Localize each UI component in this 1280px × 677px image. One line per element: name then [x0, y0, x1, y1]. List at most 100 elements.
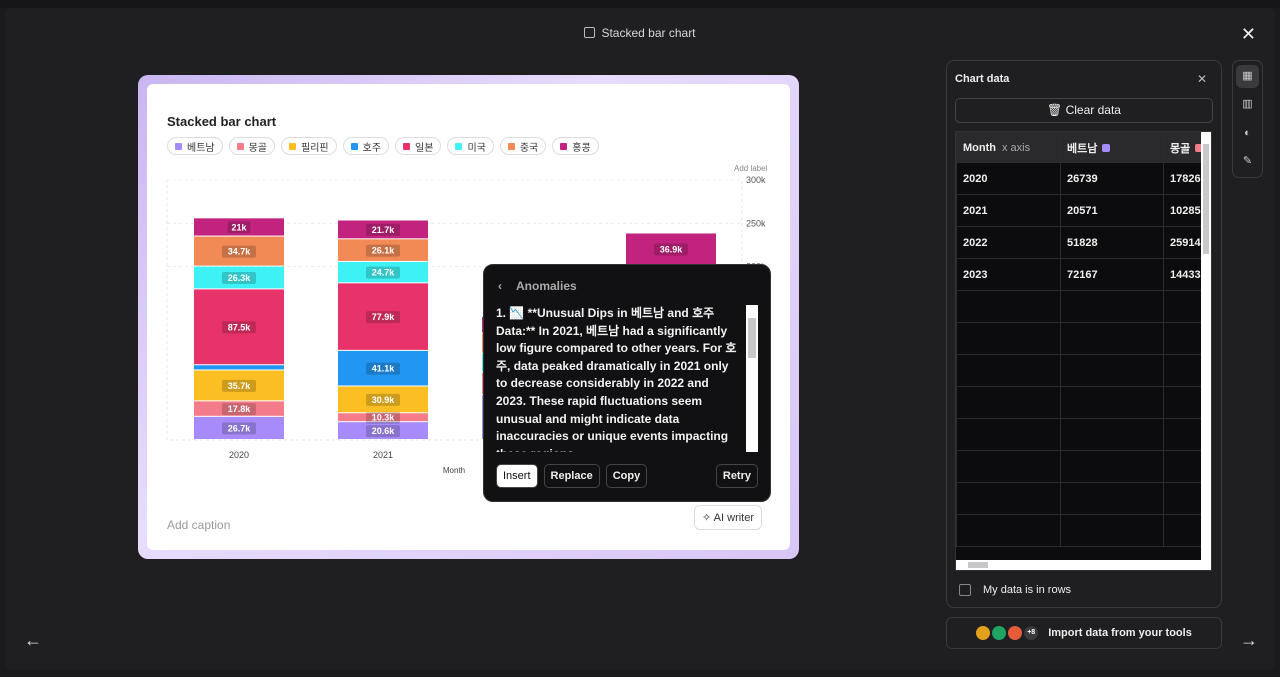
- data-label: 41.1k: [372, 364, 396, 374]
- replace-button[interactable]: Replace: [543, 464, 600, 488]
- table-cell[interactable]: [1060, 386, 1164, 419]
- side-toolbar: ▦ ▥ ◐ ✎: [1232, 60, 1263, 178]
- panel-title: Chart data: [955, 73, 1010, 85]
- data-label: 34.7k: [228, 247, 252, 257]
- popover-header: ‹ Anomalies: [498, 279, 577, 293]
- data-label: 26.3k: [228, 273, 252, 283]
- modal-title-text: Stacked bar chart: [601, 26, 696, 40]
- y-tick-label: 250k: [746, 218, 766, 228]
- background-topbar: [0, 0, 1280, 8]
- data-label: 24.7k: [372, 268, 396, 278]
- data-label: 35.7k: [228, 381, 252, 391]
- table-row: [956, 450, 1211, 483]
- data-label: 26.1k: [372, 246, 396, 256]
- table-cell[interactable]: 26739: [1060, 162, 1164, 195]
- data-label: 21k: [231, 222, 247, 232]
- table-row: [956, 322, 1211, 355]
- table-row: [956, 386, 1211, 419]
- chart-data-panel: Chart data ✕ 🗑 Clear data Month x axis 베트남…: [946, 60, 1222, 608]
- table-row: [956, 290, 1211, 323]
- rows-checkbox-row[interactable]: My data is in rows: [959, 584, 1071, 596]
- chevron-left-icon[interactable]: ‹: [498, 279, 502, 293]
- data-label: 10.3k: [372, 413, 396, 423]
- scrollbar-thumb[interactable]: [1203, 144, 1209, 254]
- clear-data-button[interactable]: 🗑 Clear data: [955, 98, 1213, 123]
- table-cell[interactable]: 20571: [1060, 194, 1164, 227]
- table-cell[interactable]: [956, 386, 1061, 419]
- table-cell[interactable]: [1060, 418, 1164, 451]
- hubspot-icon: [1008, 626, 1023, 640]
- rows-checkbox-label: My data is in rows: [983, 584, 1072, 596]
- column-header[interactable]: 베트남: [1060, 132, 1164, 163]
- table-cell[interactable]: 2020: [956, 162, 1061, 195]
- popover-title: Anomalies: [516, 279, 577, 293]
- scrollbar-thumb[interactable]: [748, 318, 756, 358]
- arrow-right-icon[interactable]: →: [1240, 630, 1258, 651]
- table-row: 2023 72167 14433: [956, 258, 1211, 291]
- popover-scrollbar[interactable]: [746, 305, 758, 452]
- data-table: Month x axis 베트남 몽골 2020 26739 17826 2021 20571 1…: [956, 132, 1211, 547]
- table-cell[interactable]: 51828: [1060, 226, 1164, 259]
- caption-input[interactable]: Add caption: [167, 518, 230, 532]
- chart-type-icon[interactable]: ▥: [1236, 93, 1259, 116]
- column-header-sub: x axis: [1001, 141, 1031, 154]
- popover-actions: Insert Replace Copy Retry: [496, 464, 758, 488]
- data-label: 87.5k: [228, 322, 252, 332]
- table-cell[interactable]: [1060, 482, 1164, 515]
- x-tick-label: 2020: [229, 450, 249, 460]
- table-cell[interactable]: 2022: [956, 226, 1061, 259]
- modal-title: Stacked bar chart: [0, 26, 1280, 40]
- table-row: 2022 51828 25914: [956, 226, 1211, 259]
- table-cell[interactable]: [1060, 450, 1164, 483]
- table-cell[interactable]: [956, 290, 1061, 323]
- table-cell[interactable]: [956, 322, 1061, 355]
- close-icon[interactable]: ✕: [1241, 24, 1256, 45]
- data-label: 36.9k: [660, 244, 684, 254]
- copy-button[interactable]: Copy: [605, 464, 648, 488]
- table-cell[interactable]: [956, 418, 1061, 451]
- arrow-left-icon[interactable]: ←: [24, 630, 42, 651]
- table-row: 2021 20571 10285: [956, 194, 1211, 227]
- data-label: 21.7k: [372, 225, 396, 235]
- ai-writer-button[interactable]: ✧ AI writer: [694, 505, 763, 530]
- table-cell[interactable]: [956, 354, 1061, 387]
- table-cell[interactable]: 2021: [956, 194, 1061, 227]
- rows-checkbox[interactable]: [959, 584, 971, 596]
- edit-icon[interactable]: ✎: [1236, 150, 1259, 173]
- retry-button[interactable]: Retry: [715, 464, 758, 488]
- close-icon[interactable]: ✕: [1197, 72, 1207, 86]
- more-apps-badge: +8: [1024, 626, 1039, 640]
- vertical-scrollbar[interactable]: [1201, 132, 1211, 570]
- import-data-button[interactable]: +8 Import data from your tools: [946, 617, 1222, 649]
- ai-writer-label: AI writer: [713, 512, 755, 524]
- table-cell[interactable]: [1060, 290, 1164, 323]
- table-cell[interactable]: 72167: [1060, 258, 1164, 291]
- table-cell[interactable]: [956, 514, 1061, 547]
- table-icon[interactable]: ▦: [1236, 65, 1259, 88]
- x-axis-label: Month: [443, 466, 465, 475]
- column-header-label: Month: [963, 141, 996, 154]
- sheets-icon: [992, 626, 1007, 640]
- trash-icon: 🗑: [1047, 103, 1066, 117]
- bar-chart-icon: [584, 27, 596, 38]
- insert-button[interactable]: Insert: [496, 464, 538, 488]
- table-row: [956, 482, 1211, 515]
- table-cell[interactable]: [956, 450, 1061, 483]
- horizontal-scrollbar[interactable]: [956, 560, 1203, 570]
- app-icons: +8: [976, 626, 1039, 640]
- table-cell[interactable]: [1060, 322, 1164, 355]
- scrollbar-thumb[interactable]: [968, 562, 988, 568]
- palette-icon[interactable]: ◐: [1236, 122, 1259, 145]
- column-header[interactable]: Month x axis: [956, 132, 1061, 163]
- data-label: 26.7k: [228, 423, 252, 433]
- anomalies-popover: ‹ Anomalies 1. 📉 **Unusual Dips in 베트남 an…: [483, 264, 771, 502]
- table-row: [956, 354, 1211, 387]
- series-color-swatch[interactable]: [1102, 143, 1111, 152]
- table-cell[interactable]: 2023: [956, 258, 1061, 291]
- table-cell[interactable]: [956, 482, 1061, 515]
- data-label: 17.8k: [228, 404, 252, 414]
- data-label: 77.9k: [372, 312, 396, 322]
- table-cell[interactable]: [1060, 354, 1164, 387]
- table-cell[interactable]: [1060, 514, 1164, 547]
- bar-app-icon: [976, 626, 991, 640]
